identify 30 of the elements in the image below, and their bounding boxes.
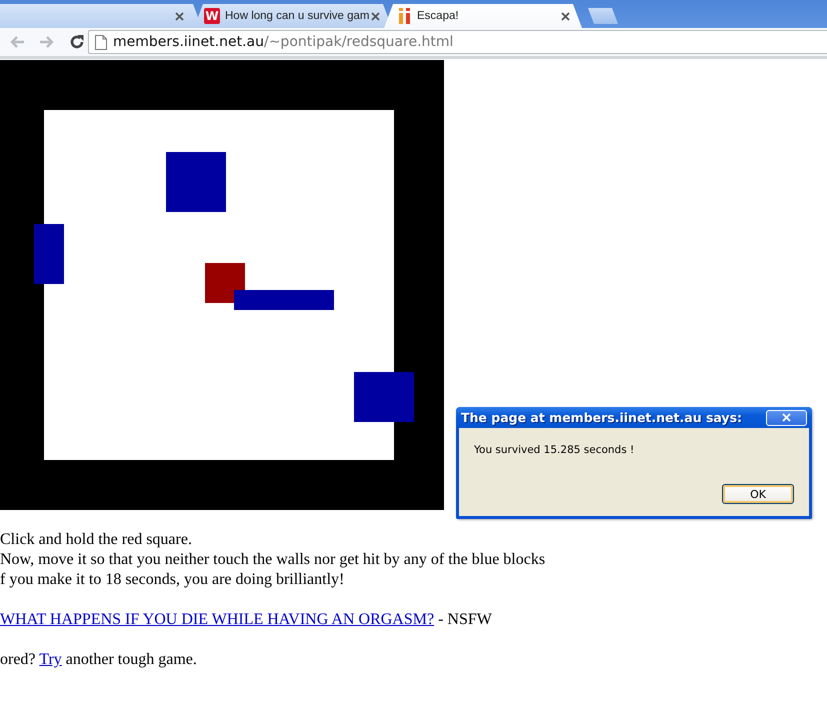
close-icon <box>782 413 791 422</box>
dialog-title: The page at members.iinet.net.au says: <box>461 410 742 425</box>
instruction-text: Now, move it so that you neither touch the walls nor get hit by any of the blue blocks <box>0 551 546 568</box>
close-icon[interactable] <box>371 12 380 20</box>
article-link[interactable]: WHAT HAPPENS IF YOU DIE WHILE HAVING AN ORGASM? <box>0 611 434 628</box>
ok-button[interactable]: OK <box>722 484 794 504</box>
close-icon[interactable] <box>175 12 184 20</box>
reload-icon <box>69 34 85 50</box>
browser-tab[interactable]: Escapa! <box>384 4 582 28</box>
page-icon <box>95 34 107 50</box>
dialog-close-button[interactable] <box>766 410 807 426</box>
close-icon[interactable] <box>561 12 570 20</box>
tough-game-text: another tough game. <box>66 651 197 668</box>
address-bar[interactable]: members.iinet.net.au/~pontipak/redsquare.html <box>88 30 827 54</box>
obstacle-block <box>354 372 414 422</box>
obstacle-block <box>166 152 226 212</box>
nsfw-note: - NSFW <box>438 611 492 628</box>
bored-text: ored? <box>0 651 36 668</box>
forward-arrow-icon <box>39 35 55 49</box>
back-arrow-icon <box>9 35 25 49</box>
url-path: /~pontipak/redsquare.html <box>264 34 454 50</box>
instruction-text: Click and hold the red square. <box>0 531 192 548</box>
dialog-message: You survived 15.285 seconds ! <box>473 443 636 456</box>
bars-icon <box>398 8 412 24</box>
obstacle-block <box>34 224 64 284</box>
tab-title: Escapa! <box>417 10 460 22</box>
try-link[interactable]: Try <box>39 651 62 668</box>
site-favicon: W <box>204 8 220 24</box>
url-host: members.iinet.net.au <box>113 34 264 50</box>
instruction-text: f you make it to 18 seconds, you are doing brilliantly! <box>0 571 344 588</box>
